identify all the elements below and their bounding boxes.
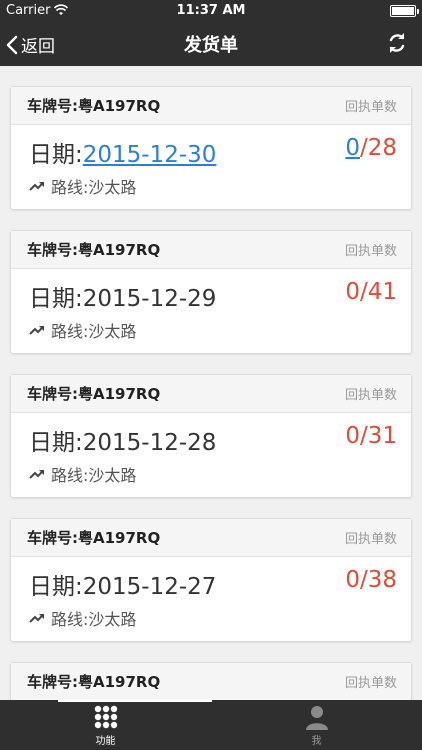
card-header: 车牌号:粤A197RQ 回执单数 bbox=[11, 375, 411, 413]
receipt-count: 0/38 bbox=[345, 567, 397, 593]
receipt-count-label: 回执单数 bbox=[344, 100, 397, 115]
date-prefix: 日期: bbox=[29, 142, 83, 168]
receipt-done: 0 bbox=[345, 279, 360, 305]
delivery-card[interactable]: 车牌号:粤A197RQ 回执单数 bbox=[10, 662, 412, 700]
card-header: 车牌号:粤A197RQ 回执单数 bbox=[11, 519, 411, 557]
page-title: 发货单 bbox=[184, 35, 238, 56]
route-label: 路线:沙太路 bbox=[51, 610, 137, 629]
route: 路线:沙太路 bbox=[29, 462, 136, 486]
tab-label: 我 bbox=[311, 736, 322, 747]
date-value: 2015-12-28 bbox=[82, 430, 217, 456]
plate-number: 车牌号:粤A197RQ bbox=[27, 673, 161, 691]
date-prefix: 日期: bbox=[29, 430, 83, 456]
delivery-card[interactable]: 车牌号:粤A197RQ 回执单数 日期:2015-12-27 0/38 路线:沙… bbox=[10, 518, 412, 642]
trend-icon bbox=[29, 326, 44, 335]
route: 路线:沙太路 bbox=[29, 174, 136, 198]
receipt-done-link[interactable]: 0 bbox=[345, 135, 360, 161]
card-header: 车牌号:粤A197RQ 回执单数 bbox=[11, 231, 411, 269]
navigation-bar: 返回 发货单 bbox=[0, 22, 422, 66]
plate-number: 车牌号:粤A197RQ bbox=[27, 385, 161, 403]
delivery-date: 日期:2015-12-30 bbox=[29, 135, 216, 169]
plate-number: 车牌号:粤A197RQ bbox=[27, 529, 161, 547]
card-header: 车牌号:粤A197RQ 回执单数 bbox=[11, 663, 411, 700]
receipt-total: /28 bbox=[359, 135, 397, 161]
receipt-count: 0/41 bbox=[345, 279, 397, 305]
card-body: 日期:2015-12-28 0/31 路线:沙太路 bbox=[11, 413, 411, 497]
receipt-done: 0 bbox=[345, 423, 360, 449]
plate-number: 车牌号:粤A197RQ bbox=[27, 241, 161, 259]
receipt-total: /38 bbox=[359, 567, 397, 593]
delivery-card[interactable]: 车牌号:粤A197RQ 回执单数 日期:2015-12-29 0/41 路线:沙… bbox=[10, 230, 412, 354]
card-header: 车牌号:粤A197RQ 回执单数 bbox=[11, 87, 411, 125]
date-value: 2015-12-29 bbox=[82, 286, 217, 312]
date-link[interactable]: 2015-12-30 bbox=[83, 142, 217, 168]
route-label: 路线:沙太路 bbox=[51, 178, 137, 197]
receipt-total: /31 bbox=[359, 423, 397, 449]
receipt-count: 0/28 bbox=[345, 135, 397, 161]
tab-label: 功能 bbox=[95, 736, 116, 747]
delivery-date: 日期:2015-12-29 bbox=[29, 279, 216, 313]
grid-icon bbox=[94, 705, 117, 729]
date-value: 2015-12-27 bbox=[82, 574, 217, 600]
route-label: 路线:沙太路 bbox=[51, 322, 137, 341]
plate-number: 车牌号:粤A197RQ bbox=[27, 97, 161, 115]
receipt-count-label: 回执单数 bbox=[344, 532, 397, 547]
tab-bar: 功能 我 bbox=[0, 700, 422, 750]
route: 路线:沙太路 bbox=[29, 318, 136, 342]
status-bar: Carrier 11:37 AM bbox=[0, 0, 422, 22]
person-icon bbox=[305, 706, 328, 730]
receipt-count-label: 回执单数 bbox=[344, 244, 397, 259]
delivery-date: 日期:2015-12-28 bbox=[29, 423, 216, 457]
route: 路线:沙太路 bbox=[29, 606, 136, 630]
receipt-count-label: 回执单数 bbox=[344, 388, 397, 403]
receipt-count: 0/31 bbox=[345, 423, 397, 449]
delivery-list[interactable]: 车牌号:粤A197RQ 回执单数 日期:2015-12-30 0/28 路线:沙… bbox=[0, 66, 422, 700]
active-tab-indicator bbox=[58, 700, 212, 702]
delivery-card[interactable]: 车牌号:粤A197RQ 回执单数 日期:2015-12-28 0/31 路线:沙… bbox=[10, 374, 412, 498]
tab-me[interactable]: 我 bbox=[211, 700, 422, 750]
tab-functions[interactable]: 功能 bbox=[0, 700, 211, 750]
date-prefix: 日期: bbox=[29, 574, 83, 600]
card-body: 日期:2015-12-27 0/38 路线:沙太路 bbox=[11, 557, 411, 641]
card-body: 日期:2015-12-29 0/41 路线:沙太路 bbox=[11, 269, 411, 353]
receipt-total: /41 bbox=[359, 279, 397, 305]
delivery-date: 日期:2015-12-27 bbox=[29, 567, 216, 601]
refresh-icon[interactable] bbox=[386, 31, 408, 55]
top-bar: Carrier 11:37 AM 返回 发货单 bbox=[0, 0, 422, 66]
trend-icon bbox=[29, 182, 44, 191]
trend-icon bbox=[29, 614, 44, 623]
trend-icon bbox=[29, 470, 44, 479]
delivery-card[interactable]: 车牌号:粤A197RQ 回执单数 日期:2015-12-30 0/28 路线:沙… bbox=[10, 86, 412, 210]
receipt-done: 0 bbox=[345, 567, 360, 593]
card-body: 日期:2015-12-30 0/28 路线:沙太路 bbox=[11, 125, 411, 209]
battery-icon bbox=[390, 5, 419, 17]
date-prefix: 日期: bbox=[29, 286, 83, 312]
status-time: 11:37 AM bbox=[176, 3, 246, 18]
receipt-count-label: 回执单数 bbox=[344, 676, 397, 691]
route-label: 路线:沙太路 bbox=[51, 466, 137, 485]
